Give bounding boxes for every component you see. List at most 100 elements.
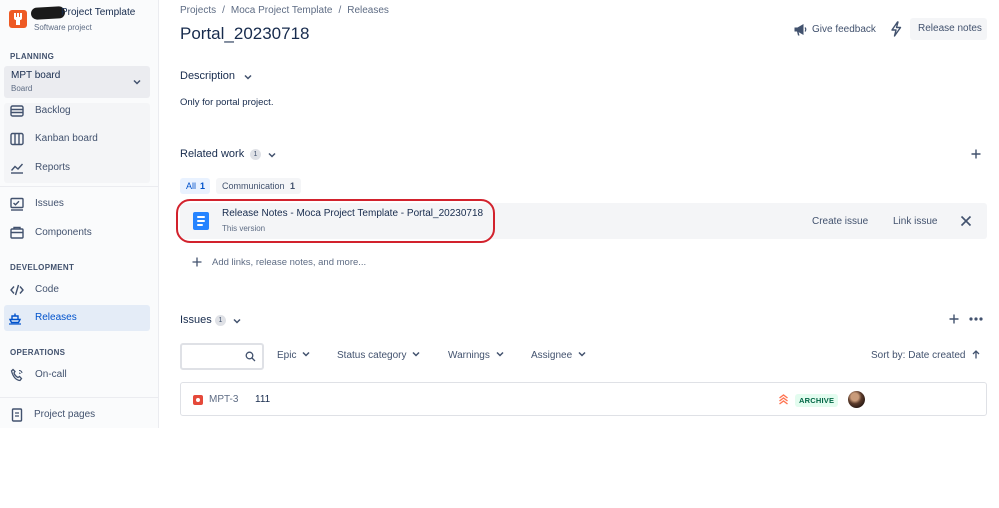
sidebar-item-project-pages[interactable]: Project pages: [4, 402, 150, 428]
create-issue-button[interactable]: Create issue: [812, 216, 868, 227]
filter-label: Assignee: [531, 350, 573, 361]
related-work-title[interactable]: Release Notes - Moca Project Template - …: [222, 208, 483, 219]
filter-label: All: [186, 181, 197, 191]
project-type: Software project: [34, 23, 92, 32]
sidebar-item-label: Backlog: [35, 105, 71, 116]
chevron-down-icon[interactable]: [233, 317, 241, 325]
breadcrumb-link-project[interactable]: Moca Project Template: [231, 5, 333, 16]
sidebar-item-label: Releases: [35, 312, 77, 323]
sidebar-item-reports[interactable]: Reports: [4, 155, 150, 181]
chevron-down-icon: [133, 79, 141, 85]
issues-search-input[interactable]: [186, 348, 242, 365]
releases-icon: [8, 313, 22, 325]
filter-epic[interactable]: Epic: [277, 350, 310, 361]
issues-heading[interactable]: Issues: [180, 314, 212, 326]
filter-count: 1: [290, 181, 296, 191]
related-work-count: 1: [250, 149, 261, 160]
breadcrumb-link-projects[interactable]: Projects: [180, 5, 216, 16]
table-row[interactable]: MPT-3 111 ARCHIVE: [180, 382, 987, 416]
link-issue-button[interactable]: Link issue: [893, 216, 937, 227]
development-heading: DEVELOPMENT: [10, 263, 75, 272]
sidebar-item-label: Components: [35, 227, 92, 238]
related-work-item[interactable]: Release Notes - Moca Project Template - …: [180, 203, 987, 239]
issues-count: 1: [215, 315, 226, 326]
filter-label: Epic: [277, 350, 297, 361]
related-work-subtitle: This version: [222, 224, 266, 233]
board-selector[interactable]: MPT board Board: [4, 66, 150, 98]
planning-heading: PLANNING: [10, 52, 55, 61]
project-name: Project Template: [61, 7, 136, 18]
lightning-icon[interactable]: [889, 21, 903, 37]
bug-icon: [193, 395, 203, 405]
issues-search[interactable]: [180, 343, 264, 370]
on-call-icon: [10, 368, 23, 382]
filter-warnings[interactable]: Warnings: [448, 350, 504, 361]
description-text[interactable]: Only for portal project.: [180, 97, 273, 108]
sort-label: Sort by: Date created: [871, 350, 966, 361]
sidebar-item-label: Code: [35, 284, 59, 295]
give-feedback-label: Give feedback: [812, 24, 876, 35]
project-logo-icon: [9, 10, 27, 28]
release-notes-button[interactable]: Release notes: [910, 18, 987, 40]
page-title: Portal_20230718: [180, 24, 310, 43]
filter-pill-communication[interactable]: Communication 1: [216, 178, 301, 194]
chevron-down-icon: [412, 351, 421, 357]
divider: [0, 397, 159, 398]
breadcrumb: Projects / Moca Project Template / Releases: [180, 5, 389, 16]
release-notes-label: Release notes: [918, 23, 982, 34]
status-badge[interactable]: ARCHIVE: [795, 394, 839, 407]
sidebar: Project Template Software project PLANNI…: [0, 0, 159, 428]
add-related-work-icon[interactable]: [971, 149, 981, 159]
close-icon[interactable]: [960, 215, 972, 227]
chevron-down-icon: [496, 351, 504, 357]
sidebar-item-label: On-call: [35, 369, 67, 380]
chevron-down-icon[interactable]: [268, 151, 276, 159]
sidebar-item-backlog[interactable]: Backlog: [4, 98, 150, 124]
breadcrumb-separator: /: [222, 5, 225, 16]
filter-status-category[interactable]: Status category: [337, 350, 421, 361]
issue-key[interactable]: MPT-3: [209, 394, 238, 405]
related-work-heading[interactable]: Related work: [180, 148, 244, 160]
sidebar-item-label: Reports: [35, 162, 71, 173]
components-icon: [10, 226, 24, 239]
arrow-up-icon: [972, 350, 980, 359]
more-options-icon[interactable]: [969, 317, 983, 321]
operations-heading: OPERATIONS: [10, 348, 66, 357]
sort-button[interactable]: Sort by: Date created: [871, 350, 980, 361]
sidebar-item-issues[interactable]: Issues: [4, 191, 150, 217]
avatar[interactable]: [848, 391, 865, 408]
breadcrumb-separator: /: [338, 5, 342, 16]
document-icon: [193, 212, 209, 230]
sidebar-item-components[interactable]: Components: [4, 220, 150, 246]
code-icon: [10, 284, 24, 296]
breadcrumb-link-releases[interactable]: Releases: [347, 5, 389, 16]
project-pages-icon: [11, 408, 23, 422]
kanban-board-icon: [10, 132, 24, 146]
search-icon: [245, 351, 256, 362]
sidebar-item-on-call[interactable]: On-call: [4, 362, 150, 388]
backlog-icon: [10, 105, 24, 117]
filter-label: Status category: [337, 350, 407, 361]
add-links-button[interactable]: Add links, release notes, and more...: [212, 257, 366, 268]
add-issue-icon[interactable]: [949, 314, 959, 324]
project-header[interactable]: Project Template Software project: [9, 6, 159, 40]
sidebar-item-releases[interactable]: Releases: [4, 305, 150, 331]
highest-priority-icon: [779, 394, 788, 405]
divider: [0, 186, 159, 187]
issues-icon: [10, 197, 24, 211]
plus-icon[interactable]: [192, 257, 202, 267]
board-title: MPT board: [11, 70, 61, 81]
reports-icon: [10, 163, 24, 174]
description-heading[interactable]: Description: [180, 70, 235, 82]
board-subtitle: Board: [11, 84, 33, 93]
issue-summary[interactable]: 111: [255, 394, 270, 405]
sidebar-item-code[interactable]: Code: [4, 277, 150, 303]
filter-label: Warnings: [448, 350, 490, 361]
chevron-down-icon[interactable]: [244, 73, 252, 81]
megaphone-icon: [794, 24, 807, 36]
filter-assignee[interactable]: Assignee: [531, 350, 586, 361]
sidebar-item-kanban-board[interactable]: Kanban board: [4, 126, 150, 152]
chevron-down-icon: [578, 351, 586, 357]
filter-pill-all[interactable]: All 1: [180, 178, 210, 194]
filter-count: 1: [200, 181, 206, 191]
